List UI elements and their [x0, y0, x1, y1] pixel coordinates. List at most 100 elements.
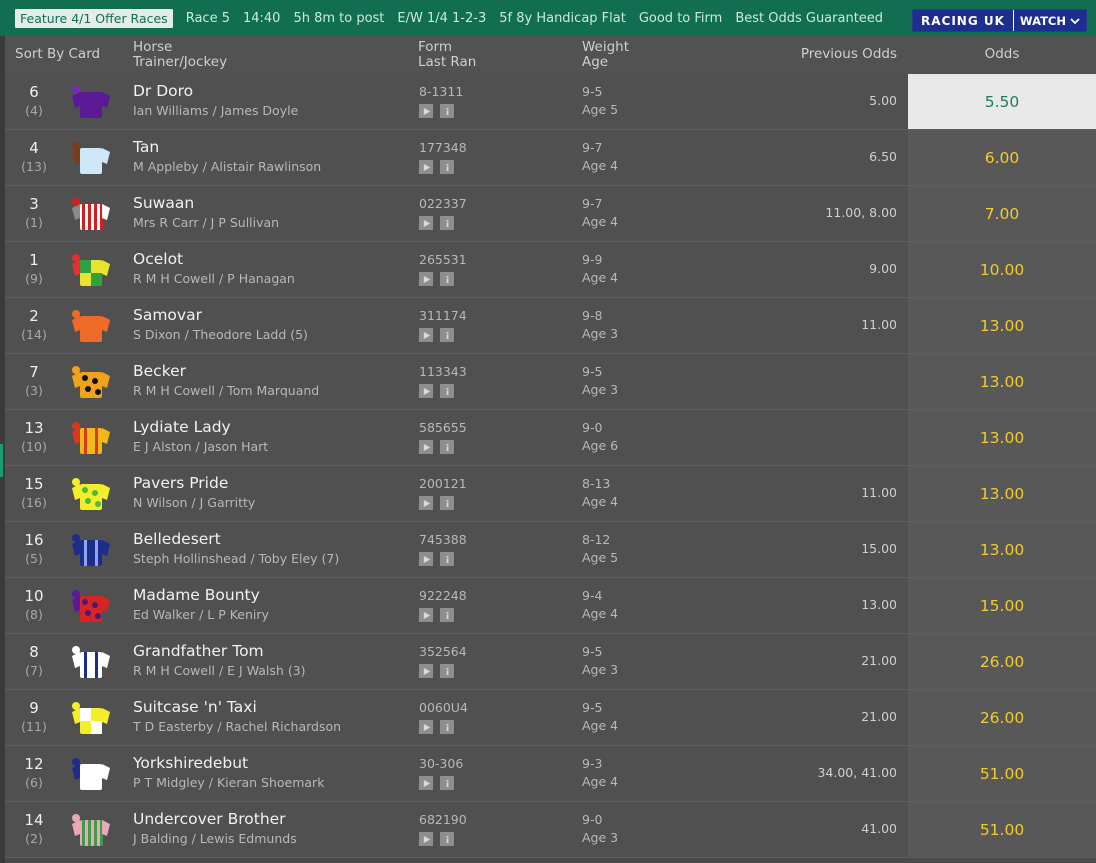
play-replay-icon[interactable] [419, 776, 433, 790]
race-info-bar: Feature 4/1 Offer Races Race 5 14:40 5h … [0, 0, 1096, 36]
play-replay-icon[interactable] [419, 104, 433, 118]
info-icon[interactable] [440, 328, 454, 342]
runner-row: 2 (14) Samovar S Dixon / Theodore Ladd (… [5, 298, 1096, 354]
info-icon[interactable] [440, 832, 454, 846]
horse-name[interactable]: Suitcase 'n' Taxi [133, 698, 257, 716]
watch-label: WATCH [1019, 13, 1066, 28]
odds-button[interactable]: 26.00 [908, 690, 1096, 745]
runner-number: 2 [29, 307, 39, 325]
silks-icon [70, 756, 112, 792]
play-replay-icon[interactable] [419, 832, 433, 846]
info-icon[interactable] [440, 104, 454, 118]
sort-by-card[interactable]: Sort By Card [15, 47, 100, 62]
runner-draw: (4) [25, 103, 43, 118]
horse-name[interactable]: Belledesert [133, 530, 221, 548]
info-icon[interactable] [440, 440, 454, 454]
odds-button[interactable]: 51.00 [908, 802, 1096, 857]
odds-button[interactable]: 13.00 [908, 410, 1096, 465]
trainer-jockey: P T Midgley / Kieran Shoemark [133, 775, 325, 790]
odds-button[interactable]: 5.50 [908, 74, 1096, 129]
odds-header: Odds [984, 46, 1020, 62]
weight: 9-7 [582, 196, 603, 211]
previous-odds: 34.00, 41.00 [817, 765, 897, 780]
play-replay-icon[interactable] [419, 496, 433, 510]
play-replay-icon[interactable] [419, 664, 433, 678]
info-icon[interactable] [440, 720, 454, 734]
odds-button[interactable]: 6.00 [908, 130, 1096, 185]
trainer-jockey: R M H Cowell / Tom Marquand [133, 383, 320, 398]
trainer-jockey: Mrs R Carr / J P Sullivan [133, 215, 280, 230]
info-icon[interactable] [440, 608, 454, 622]
info-icon[interactable] [440, 384, 454, 398]
horse-name[interactable]: Pavers Pride [133, 474, 228, 492]
horse-name[interactable]: Suwaan [133, 194, 194, 212]
runner-number: 1 [29, 251, 39, 269]
info-icon[interactable] [440, 664, 454, 678]
horse-name[interactable]: Undercover Brother [133, 810, 286, 828]
horse-name[interactable]: Ocelot [133, 250, 183, 268]
odds-button[interactable]: 7.00 [908, 186, 1096, 241]
play-replay-icon[interactable] [419, 720, 433, 734]
horse-name[interactable]: Becker [133, 362, 186, 380]
runner-number: 3 [29, 195, 39, 213]
silks-icon [70, 476, 112, 512]
play-replay-icon[interactable] [419, 552, 433, 566]
odds-button[interactable]: 10.00 [908, 242, 1096, 297]
horse-name[interactable]: Madame Bounty [133, 586, 260, 604]
age: Age 3 [582, 382, 619, 397]
racing-uk-logo: RACING UK [912, 10, 1014, 31]
form-figures: 311174 [419, 308, 467, 323]
age: Age 4 [582, 214, 619, 229]
play-replay-icon[interactable] [419, 384, 433, 398]
weight: 9-5 [582, 84, 603, 99]
weight: 8-12 [582, 532, 611, 547]
play-replay-icon[interactable] [419, 608, 433, 622]
runner-number: 12 [24, 755, 44, 773]
trainer-jockey: Ian Williams / James Doyle [133, 103, 299, 118]
play-replay-icon[interactable] [419, 160, 433, 174]
form-figures: 922248 [419, 588, 467, 603]
info-icon[interactable] [440, 496, 454, 510]
trainer-jockey: R M H Cowell / P Hanagan [133, 271, 295, 286]
horse-column-header: Horse Trainer/Jockey [133, 40, 227, 70]
play-replay-icon[interactable] [419, 440, 433, 454]
previous-odds: 15.00 [861, 541, 897, 556]
runner-row: 15 (16) Pavers Pride N Wilson / J Garrit… [5, 466, 1096, 522]
feature-offer-badge[interactable]: Feature 4/1 Offer Races [15, 8, 173, 28]
horse-name[interactable]: Lydiate Lady [133, 418, 231, 436]
odds-button[interactable]: 26.00 [908, 634, 1096, 689]
info-icon[interactable] [440, 272, 454, 286]
info-icon[interactable] [440, 776, 454, 790]
last-ran-buttons [419, 832, 454, 846]
odds-button[interactable]: 13.00 [908, 466, 1096, 521]
odds-button[interactable]: 51.00 [908, 746, 1096, 801]
odds-button[interactable]: 13.00 [908, 522, 1096, 577]
runner-draw: (5) [25, 551, 43, 566]
weight-column-header: Weight Age [582, 40, 629, 70]
horse-name[interactable]: Tan [133, 138, 159, 156]
horse-name[interactable]: Grandfather Tom [133, 642, 264, 660]
age: Age 4 [582, 774, 619, 789]
previous-odds: 5.00 [869, 93, 897, 108]
info-icon[interactable] [440, 160, 454, 174]
watch-dropdown[interactable]: WATCH [1013, 10, 1086, 31]
racing-uk-watch-button[interactable]: RACING UK WATCH [911, 9, 1087, 32]
horse-name[interactable]: Yorkshiredebut [133, 754, 248, 772]
form-figures: 177348 [419, 140, 467, 155]
silks-icon [70, 700, 112, 736]
last-ran-buttons [419, 496, 454, 510]
form-figures: 113343 [419, 364, 467, 379]
odds-button[interactable]: 13.00 [908, 354, 1096, 409]
play-replay-icon[interactable] [419, 272, 433, 286]
previous-odds: 41.00 [861, 821, 897, 836]
horse-name[interactable]: Samovar [133, 306, 202, 324]
odds-button[interactable]: 13.00 [908, 298, 1096, 353]
info-icon[interactable] [440, 216, 454, 230]
play-replay-icon[interactable] [419, 216, 433, 230]
odds-button[interactable]: 15.00 [908, 578, 1096, 633]
weight: 9-7 [582, 140, 603, 155]
info-icon[interactable] [440, 552, 454, 566]
age: Age 6 [582, 438, 619, 453]
play-replay-icon[interactable] [419, 328, 433, 342]
horse-name[interactable]: Dr Doro [133, 82, 193, 100]
